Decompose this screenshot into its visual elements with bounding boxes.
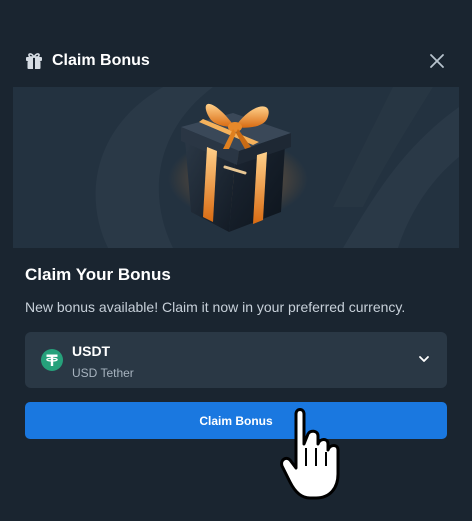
currency-code: USDT [72,343,111,359]
modal-header: Claim Bonus [25,48,447,74]
currency-dropdown[interactable]: USDT USD Tether [25,332,447,388]
claim-bonus-modal: Claim Bonus Claim Your Bonus New bonus a… [0,0,472,521]
chevron-down-icon [419,356,429,362]
bonus-banner [13,87,459,248]
gift-box-illustration [95,87,459,248]
hand-cursor-icon [280,408,340,500]
currency-name: USD Tether [72,366,134,380]
gift-icon [26,53,42,69]
tether-icon [41,349,63,371]
claim-bonus-button[interactable]: Claim Bonus [25,402,447,439]
close-icon[interactable] [427,51,447,71]
claim-heading: Claim Your Bonus [25,265,171,284]
modal-title: Claim Bonus [52,52,150,69]
claim-description: New bonus available! Claim it now in you… [25,299,406,315]
